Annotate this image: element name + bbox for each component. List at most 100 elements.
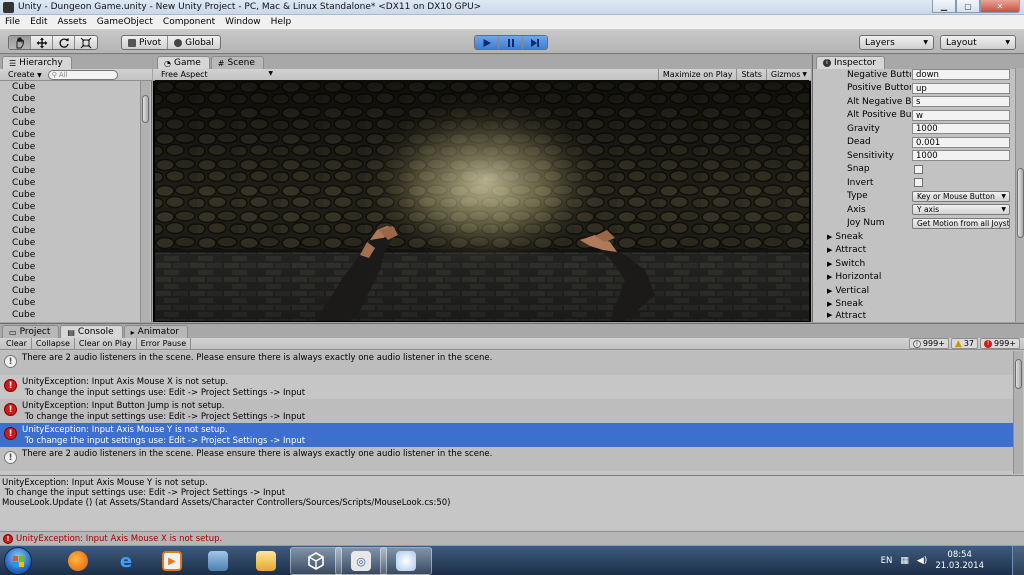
taskbar-paint[interactable]	[380, 547, 432, 575]
taskbar-media-player[interactable]: ▶	[146, 547, 198, 575]
log-entry[interactable]: ! UnityException: Input Button Jump is n…	[0, 399, 1013, 423]
pivot-button[interactable]: Pivot	[122, 36, 169, 49]
list-item[interactable]: Cube	[0, 105, 140, 117]
list-item[interactable]: Cube	[0, 273, 140, 285]
layout-dropdown[interactable]: Layout ▼	[940, 35, 1016, 50]
list-item[interactable]: Cube	[0, 309, 140, 321]
tab-project[interactable]: ▭ Project	[2, 325, 60, 338]
maximize-button[interactable]: ▢	[956, 0, 980, 13]
list-item[interactable]: Cube	[0, 213, 140, 225]
taskbar-firefox[interactable]	[52, 547, 104, 575]
menu-window[interactable]: Window	[220, 17, 266, 27]
volume-icon[interactable]: ◀)	[917, 556, 927, 566]
menu-help[interactable]: Help	[266, 17, 297, 27]
foldout-sneak[interactable]: ▶ Sneak	[813, 230, 1015, 244]
list-item[interactable]: Cube	[0, 261, 140, 273]
hierarchy-search-input[interactable]: ⚲ All	[47, 69, 118, 80]
stack-trace-line[interactable]: MouseLook.Update () (at Assets/Standard …	[2, 498, 1024, 508]
snap-checkbox[interactable]	[914, 164, 923, 174]
list-item[interactable]: Cube	[0, 249, 140, 261]
error-pause-toggle[interactable]: Error Pause	[137, 338, 192, 349]
scrollbar-thumb[interactable]	[1015, 359, 1022, 389]
alt-positive-button-field[interactable]: w	[912, 109, 1010, 121]
minimize-button[interactable]: ▁	[932, 0, 956, 13]
joy-num-dropdown[interactable]: Get Motion from all Joysticks	[912, 217, 1010, 229]
foldout-attract-2[interactable]: ▶ Attract	[813, 311, 1015, 319]
foldout-sneak-2[interactable]: ▶ Sneak	[813, 298, 1015, 312]
aspect-dropdown[interactable]: Free Aspect ▼	[153, 70, 273, 79]
list-item[interactable]: Cube	[0, 201, 140, 213]
scrollbar-thumb[interactable]	[1017, 168, 1024, 238]
foldout-attract[interactable]: ▶ Attract	[813, 244, 1015, 258]
game-render-canvas[interactable]	[155, 80, 809, 321]
list-item[interactable]: Cube	[0, 165, 140, 177]
sensitivity-field[interactable]: 1000	[912, 150, 1010, 162]
rotate-tool-button[interactable]	[53, 36, 75, 49]
log-entry[interactable]: ! There are 2 audio listeners in the sce…	[0, 447, 1013, 471]
foldout-vertical[interactable]: ▶ Vertical	[813, 284, 1015, 298]
list-item[interactable]: Cube	[0, 285, 140, 297]
menu-edit[interactable]: Edit	[25, 17, 52, 27]
scale-tool-button[interactable]	[75, 36, 97, 49]
layers-dropdown[interactable]: Layers ▼	[859, 35, 934, 50]
foldout-horizontal[interactable]: ▶ Horizontal	[813, 271, 1015, 285]
start-button[interactable]	[4, 547, 32, 575]
list-item[interactable]: Cube	[0, 129, 140, 141]
tab-scene[interactable]: # Scene	[210, 56, 264, 69]
step-button[interactable]	[523, 36, 547, 49]
type-dropdown[interactable]: Key or Mouse Button ▼	[912, 190, 1010, 202]
show-desktop-button[interactable]	[1012, 546, 1024, 575]
clear-button[interactable]: Clear	[0, 338, 32, 349]
menu-gameobject[interactable]: GameObject	[92, 17, 158, 27]
warning-count-toggle[interactable]: ▲ 37	[950, 338, 979, 349]
list-item[interactable]: Cube	[0, 177, 140, 189]
list-item[interactable]: Cube	[0, 189, 140, 201]
positive-button-field[interactable]: up	[912, 82, 1010, 94]
console-scrollbar[interactable]	[1013, 351, 1023, 474]
list-item[interactable]: Cube	[0, 153, 140, 165]
list-item[interactable]: Cube	[0, 93, 140, 105]
maximize-on-play-toggle[interactable]: Maximize on Play	[657, 69, 737, 80]
network-icon[interactable]: ▦	[900, 556, 909, 566]
tab-game[interactable]: ◔ Game	[157, 56, 210, 69]
hand-tool-button[interactable]	[9, 36, 31, 49]
log-entry[interactable]: ! There are 2 audio listeners in the sce…	[0, 351, 1013, 375]
close-button[interactable]: ✕	[980, 0, 1020, 13]
tab-animator[interactable]: ▸ Animator	[123, 325, 189, 338]
list-item[interactable]: Cube	[0, 81, 140, 93]
menu-component[interactable]: Component	[158, 17, 220, 27]
log-entry[interactable]: ! UnityException: Input Axis Mouse X is …	[0, 375, 1013, 399]
taskbar-internet-explorer[interactable]: e	[100, 547, 152, 575]
taskbar-explorer[interactable]	[240, 547, 292, 575]
alt-negative-button-field[interactable]: s	[912, 96, 1010, 108]
status-message[interactable]: UnityException: Input Axis Mouse X is no…	[16, 534, 222, 544]
gravity-field[interactable]: 1000	[912, 123, 1010, 135]
tab-console[interactable]: ▤ Console	[60, 325, 123, 338]
clear-on-play-toggle[interactable]: Clear on Play	[75, 338, 137, 349]
info-count-toggle[interactable]: ! 999+	[908, 338, 949, 349]
list-item[interactable]: Cube	[0, 297, 140, 309]
invert-checkbox[interactable]	[914, 178, 923, 188]
axis-dropdown[interactable]: Y axis ▼	[912, 204, 1010, 216]
tab-hierarchy[interactable]: ☰ Hierarchy	[2, 56, 72, 69]
taskbar-tool[interactable]	[192, 547, 244, 575]
list-item[interactable]: Cube	[0, 117, 140, 129]
foldout-switch[interactable]: ▶ Switch	[813, 257, 1015, 271]
language-indicator[interactable]: EN	[881, 556, 893, 566]
menu-file[interactable]: File	[0, 17, 25, 27]
menu-assets[interactable]: Assets	[53, 17, 92, 27]
inspector-scrollbar[interactable]	[1015, 68, 1024, 322]
clock[interactable]: 08:54 21.03.2014	[935, 550, 984, 572]
move-tool-button[interactable]	[31, 36, 53, 49]
collapse-toggle[interactable]: Collapse	[32, 338, 75, 349]
global-button[interactable]: Global	[168, 36, 220, 49]
error-count-toggle[interactable]: ! 999+	[980, 338, 1020, 349]
log-entry-selected[interactable]: ! UnityException: Input Axis Mouse Y is …	[0, 423, 1013, 447]
stats-toggle[interactable]: Stats	[736, 69, 765, 80]
scrollbar-thumb[interactable]	[142, 95, 149, 123]
create-dropdown[interactable]: Create ▼	[0, 70, 42, 79]
gizmos-dropdown[interactable]: Gizmos ▼	[765, 69, 811, 80]
list-item[interactable]: Cube	[0, 237, 140, 249]
pause-button[interactable]	[499, 36, 523, 49]
list-item[interactable]: Cube	[0, 141, 140, 153]
